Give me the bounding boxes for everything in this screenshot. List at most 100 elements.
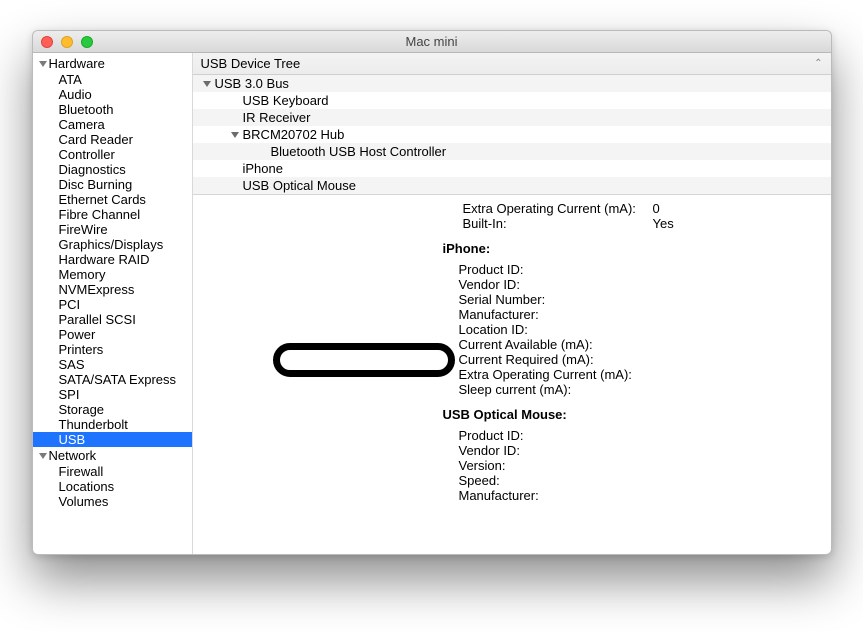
detail-row: Current Required (mA):	[459, 352, 821, 367]
detail-key: Version:	[459, 458, 664, 473]
detail-value	[664, 307, 804, 322]
sidebar-item-power[interactable]: Power	[33, 327, 192, 342]
detail-row: Version:	[459, 458, 821, 473]
detail-row: Location ID:	[459, 322, 821, 337]
detail-row: Current Available (mA):	[459, 337, 821, 352]
device-tree-label: USB Keyboard	[243, 93, 329, 108]
titlebar[interactable]: Mac mini	[33, 31, 831, 53]
detail-row: Vendor ID:	[459, 443, 821, 458]
device-tree-label: IR Receiver	[243, 110, 311, 125]
sidebar-item-fibre-channel[interactable]: Fibre Channel	[33, 207, 192, 222]
detail-key: Extra Operating Current (mA):	[459, 367, 664, 382]
detail-row: Manufacturer:	[459, 488, 821, 503]
sidebar-item-locations[interactable]: Locations	[33, 479, 192, 494]
detail-key: Product ID:	[459, 262, 664, 277]
disclosure-triangle-icon[interactable]	[203, 81, 211, 87]
sidebar-item-printers[interactable]: Printers	[33, 342, 192, 357]
detail-value	[664, 428, 804, 443]
detail-value	[664, 443, 804, 458]
sidebar-item-diagnostics[interactable]: Diagnostics	[33, 162, 192, 177]
detail-key: Built-In:	[463, 216, 653, 231]
sidebar-item-bluetooth[interactable]: Bluetooth	[33, 102, 192, 117]
window-body: HardwareATAAudioBluetoothCameraCard Read…	[33, 53, 831, 554]
detail-row: Built-In:Yes	[463, 216, 821, 231]
detail-key: Extra Operating Current (mA):	[463, 201, 653, 216]
main-panel: USB Device Tree ⌃ USB 3.0 BusUSB Keyboar…	[193, 53, 831, 554]
detail-value	[664, 322, 804, 337]
disclosure-triangle-icon[interactable]	[39, 453, 47, 459]
sidebar-item-audio[interactable]: Audio	[33, 87, 192, 102]
detail-value	[664, 473, 804, 488]
detail-key: Current Available (mA):	[459, 337, 664, 352]
sidebar-item-parallel-scsi[interactable]: Parallel SCSI	[33, 312, 192, 327]
detail-value	[664, 277, 804, 292]
detail-key: Manufacturer:	[459, 307, 664, 322]
device-tree-row[interactable]: BRCM20702 Hub	[193, 126, 831, 143]
sidebar-category-label: Network	[49, 448, 97, 463]
sidebar-item-volumes[interactable]: Volumes	[33, 494, 192, 509]
device-tree[interactable]: USB 3.0 BusUSB Keyboard IR Receiver BRCM20…	[193, 75, 831, 195]
sidebar-item-ethernet-cards[interactable]: Ethernet Cards	[33, 192, 192, 207]
device-tree-row[interactable]: USB Keyboard	[193, 92, 831, 109]
detail-key: Product ID:	[459, 428, 664, 443]
detail-value: Yes	[653, 216, 674, 231]
sidebar-item-ata[interactable]: ATA	[33, 72, 192, 87]
device-tree-label: BRCM20702 Hub	[243, 127, 345, 142]
sidebar-item-usb[interactable]: USB	[33, 432, 192, 447]
sidebar-item-memory[interactable]: Memory	[33, 267, 192, 282]
detail-value	[664, 352, 804, 367]
device-tree-row[interactable]: Bluetooth USB Host Controller	[193, 143, 831, 160]
sidebar[interactable]: HardwareATAAudioBluetoothCameraCard Read…	[33, 53, 193, 554]
tree-header-title: USB Device Tree	[201, 56, 301, 71]
detail-row: Extra Operating Current (mA):0	[463, 201, 821, 216]
sidebar-item-firewire[interactable]: FireWire	[33, 222, 192, 237]
tree-header[interactable]: USB Device Tree ⌃	[193, 53, 831, 75]
sidebar-item-thunderbolt[interactable]: Thunderbolt	[33, 417, 192, 432]
system-information-window: Mac mini HardwareATAAudioBluetoothCamera…	[32, 30, 832, 555]
detail-value	[664, 262, 804, 277]
sidebar-item-card-reader[interactable]: Card Reader	[33, 132, 192, 147]
sidebar-item-nvmexpress[interactable]: NVMExpress	[33, 282, 192, 297]
detail-value: 0	[653, 201, 660, 216]
detail-key: Speed:	[459, 473, 664, 488]
sidebar-item-firewall[interactable]: Firewall	[33, 464, 192, 479]
sidebar-item-disc-burning[interactable]: Disc Burning	[33, 177, 192, 192]
detail-key: Vendor ID:	[459, 277, 664, 292]
detail-key: Vendor ID:	[459, 443, 664, 458]
detail-section-heading: USB Optical Mouse:	[443, 407, 821, 422]
detail-row: Speed:	[459, 473, 821, 488]
detail-key: Serial Number:	[459, 292, 664, 307]
collapse-icon[interactable]: ⌃	[814, 58, 822, 69]
sidebar-item-spi[interactable]: SPI	[33, 387, 192, 402]
sidebar-category[interactable]: Hardware	[33, 55, 192, 72]
device-tree-label: USB Optical Mouse	[243, 178, 356, 193]
device-tree-row[interactable]: iPhone	[193, 160, 831, 177]
sidebar-item-controller[interactable]: Controller	[33, 147, 192, 162]
sidebar-item-storage[interactable]: Storage	[33, 402, 192, 417]
device-tree-label: Bluetooth USB Host Controller	[271, 144, 447, 159]
detail-value	[664, 458, 804, 473]
detail-row: Product ID:	[459, 262, 821, 277]
detail-section-heading: iPhone:	[443, 241, 821, 256]
detail-value	[664, 337, 804, 352]
disclosure-triangle-icon[interactable]	[231, 132, 239, 138]
detail-key: Location ID:	[459, 322, 664, 337]
device-tree-row[interactable]: USB 3.0 Bus	[193, 75, 831, 92]
detail-row: Manufacturer:	[459, 307, 821, 322]
sidebar-item-pci[interactable]: PCI	[33, 297, 192, 312]
sidebar-category[interactable]: Network	[33, 447, 192, 464]
disclosure-triangle-icon[interactable]	[39, 61, 47, 67]
device-tree-row[interactable]: IR Receiver	[193, 109, 831, 126]
sidebar-item-sas[interactable]: SAS	[33, 357, 192, 372]
device-tree-label: iPhone	[243, 161, 283, 176]
detail-value	[664, 382, 804, 397]
device-tree-row[interactable]: USB Optical Mouse	[193, 177, 831, 194]
detail-row: Product ID:	[459, 428, 821, 443]
detail-key: Sleep current (mA):	[459, 382, 664, 397]
sidebar-item-camera[interactable]: Camera	[33, 117, 192, 132]
sidebar-item-hardware-raid[interactable]: Hardware RAID	[33, 252, 192, 267]
sidebar-item-graphics-displays[interactable]: Graphics/Displays	[33, 237, 192, 252]
sidebar-item-sata-sata-express[interactable]: SATA/SATA Express	[33, 372, 192, 387]
details-pane[interactable]: Extra Operating Current (mA):0Built-In:Y…	[193, 195, 831, 554]
detail-value	[664, 488, 804, 503]
